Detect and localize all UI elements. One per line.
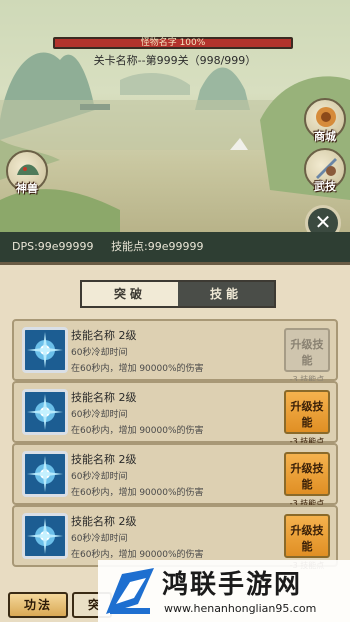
skill-description: 在60秒内，增加 90000%的伤害 [71, 550, 204, 560]
shop-button[interactable]: 商城 [304, 98, 346, 143]
skill-name: 技能名称 2级 [71, 329, 137, 342]
upgrade-skill-button[interactable]: 升级技能-3 技能点 [284, 514, 330, 570]
skill-card: 技能名称 2级 60秒冷却时间在60秒内，增加 90000%的伤害 升级技能-3 技… [12, 443, 338, 508]
skill-card: 技能名称 2级 60秒冷却时间在60秒内，增加 90000%的伤害 升级技能-3 技… [12, 505, 338, 570]
stage-label: 关卡名称--第999关（998/999） [93, 54, 257, 67]
upgrade-skill-button[interactable]: 升级技能-3 技能点 [284, 328, 330, 384]
skill-description: 在60秒内，增加 90000%的伤害 [71, 426, 204, 436]
site-logo-icon [106, 568, 154, 614]
tab-bar: 突破 技能 [80, 280, 276, 308]
upgrade-skill-button[interactable]: 升级技能-3 技能点 [284, 390, 330, 446]
upgrade-skill-label: 升级技能 [290, 524, 324, 553]
shop-label: 商城 [314, 130, 336, 143]
skill-burst-icon [22, 327, 68, 373]
skill-burst-icon [22, 389, 68, 435]
beast-button[interactable]: 神兽 [6, 150, 48, 195]
scenery-background [0, 52, 350, 232]
watermark-title: 鸿联手游网 [162, 570, 303, 600]
watermark-url: www.henanhonglian95.com [164, 602, 317, 615]
skill-cooldown: 60秒冷却时间 [71, 534, 128, 544]
skill-name: 技能名称 2级 [71, 453, 137, 466]
battle-scene: 怪物名字 100% 关卡名称--第999关（998/999） 商城 武技 神兽 … [0, 0, 350, 232]
monster-hp-label: 怪物名字 100% [140, 38, 206, 48]
skill-cooldown: 60秒冷却时间 [71, 410, 128, 420]
stat-bar: DPS:99e99999 技能点:99e99999 [0, 232, 350, 262]
skill-points-value: 技能点:99e99999 [111, 240, 204, 253]
monster-hp-bar: 怪物名字 100% [53, 37, 293, 49]
dps-value: DPS:99e99999 [12, 240, 94, 253]
martial-button[interactable]: 武技 [304, 148, 346, 193]
upgrade-skill-label: 升级技能 [290, 400, 324, 429]
upgrade-skill-label: 升级技能 [290, 462, 324, 491]
skill-burst-icon [22, 513, 68, 559]
skill-cooldown: 60秒冷却时间 [71, 348, 128, 358]
skill-name: 技能名称 2级 [71, 515, 137, 528]
skill-description: 在60秒内，增加 90000%的伤害 [71, 364, 204, 374]
tab-breakthrough[interactable]: 突破 [82, 282, 178, 306]
skill-card: 技能名称 2级 60秒冷却时间在60秒内，增加 90000%的伤害 升级技能-3 技… [12, 319, 338, 384]
skill-burst-icon [22, 451, 68, 497]
upgrade-skill-button[interactable]: 升级技能-3 技能点 [284, 452, 330, 508]
martial-label: 武技 [314, 180, 336, 193]
kungfu-nav-button[interactable]: 功法 [8, 592, 68, 618]
skill-cooldown: 60秒冷却时间 [71, 472, 128, 482]
skill-description: 在60秒内，增加 90000%的伤害 [71, 488, 204, 498]
upgrade-skill-label: 升级技能 [290, 338, 324, 367]
tab-skills[interactable]: 技能 [178, 282, 274, 306]
skill-card: 技能名称 2级 60秒冷却时间在60秒内，增加 90000%的伤害 升级技能-3 技… [12, 381, 338, 446]
beast-label: 神兽 [16, 182, 38, 195]
watermark: 鸿联手游网 www.henanhonglian95.com [98, 560, 350, 622]
skill-name: 技能名称 2级 [71, 391, 137, 404]
